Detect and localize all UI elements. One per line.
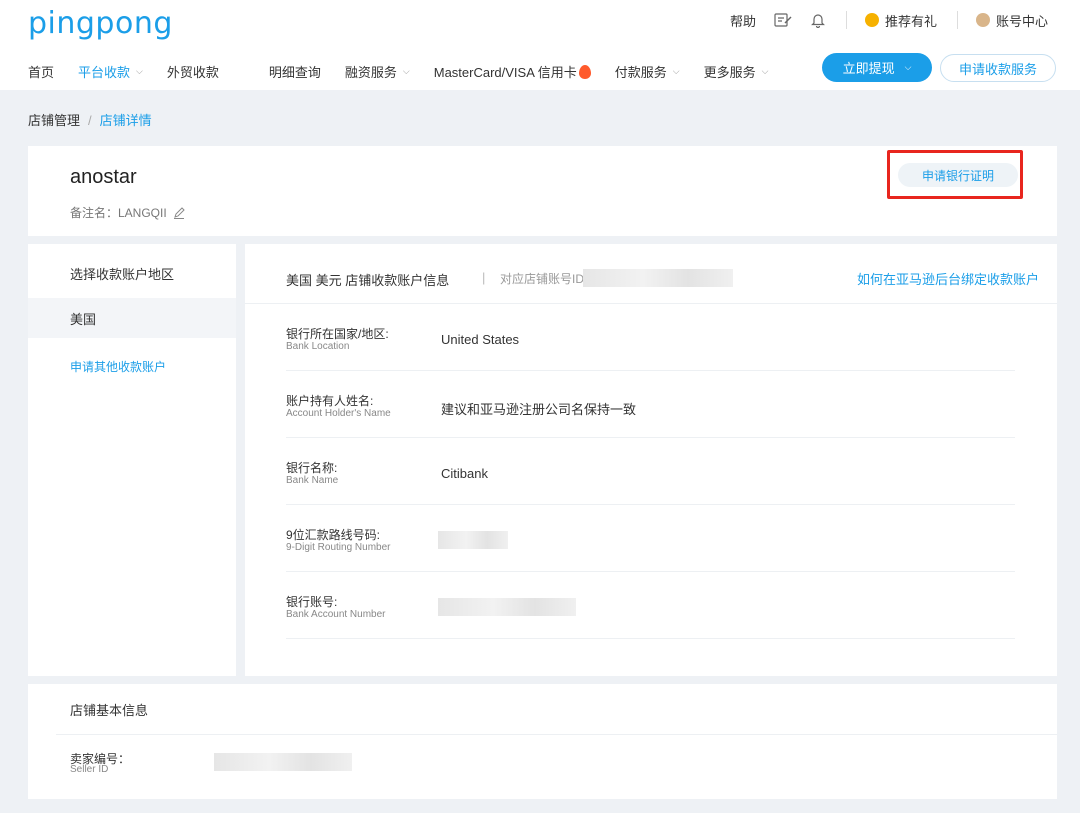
field-label: 银行名称: <box>286 461 338 475</box>
util-divider <box>845 11 847 29</box>
store-basic-info-panel: 店铺基本信息 卖家编号： Seller ID <box>28 684 1057 799</box>
nav-item-financing[interactable]: 融资服务 ⌵ <box>345 62 410 81</box>
top-utility-bar: 帮助 推荐有礼 账号中心 <box>712 10 1048 30</box>
withdraw-label: 立即提现 <box>842 61 895 76</box>
main-nav: 首页 平台收款 ⌵ 外贸收款 明细查询 融资服务 ⌵ MasterCard/VISA… <box>28 62 792 81</box>
field-routing-number: 9位汇款路线号码: 9-Digit Routing Number <box>286 506 1015 572</box>
apply-service-button[interactable]: 申请收款服务 <box>940 54 1056 82</box>
nav-item-trade-collection[interactable]: 外贸收款 <box>167 62 219 81</box>
account-info-panel: 美国 美元 店铺收款账户信息 | 对应店铺账号ID 如何在亚马逊后台绑定收款账户… <box>245 244 1057 676</box>
nav-item-home[interactable]: 首页 <box>28 62 54 81</box>
apply-other-account-link[interactable]: 申请其他收款账户 <box>70 358 166 375</box>
divider <box>56 734 1057 735</box>
breadcrumb-separator: / <box>88 113 92 128</box>
nav-item-credit-card[interactable]: MasterCard/VISA 信用卡 <box>434 62 591 81</box>
edit-icon[interactable] <box>774 12 792 28</box>
nav-item-platform-collection[interactable]: 平台收款 ⌵ <box>78 62 143 81</box>
withdraw-button[interactable]: 立即提现 ⌵ <box>822 53 932 82</box>
referral-link[interactable]: 推荐有礼 <box>864 11 937 30</box>
chevron-down-icon: ⌵ <box>402 66 410 76</box>
blurred-account-number <box>438 598 576 616</box>
region-title: 选择收款账户地区 <box>70 267 175 282</box>
account-center-link[interactable]: 账号中心 <box>975 11 1048 30</box>
store-remark-text: 备注名：LANGQII <box>70 206 167 220</box>
store-account-id-label: 对应店铺账号ID <box>500 272 585 286</box>
store-name: anostar <box>70 166 137 188</box>
breadcrumb: 店铺管理 / 店铺详情 <box>28 110 152 129</box>
pingpong-logo[interactable]: pingpong <box>28 6 173 41</box>
chevron-down-icon: ⌵ <box>136 66 143 76</box>
store-card: anostar 备注名：LANGQII 申请银行证明 <box>28 146 1057 236</box>
bell-icon[interactable] <box>810 12 826 28</box>
nav-item-payment[interactable]: 付款服务 ⌵ <box>615 62 680 81</box>
field-label-en: 9-Digit Routing Number <box>286 542 391 553</box>
field-label-en: Bank Name <box>286 475 339 486</box>
basic-info-title: 店铺基本信息 <box>70 703 149 718</box>
top-header: pingpong 帮助 推荐有礼 账号中心 首页 平台收款 ⌵ 外贸收款 明细查询… <box>0 0 1080 90</box>
amazon-binding-help-link[interactable]: 如何在亚马逊后台绑定收款账户 <box>857 269 1039 288</box>
field-value: Citibank <box>441 466 488 481</box>
field-label: 9位汇款路线号码: <box>286 528 381 542</box>
breadcrumb-store-management[interactable]: 店铺管理 <box>28 113 80 128</box>
field-label-en: Account Holder's Name <box>286 408 391 419</box>
account-center-label: 账号中心 <box>995 13 1048 29</box>
region-item-us[interactable]: 美国 <box>28 298 236 338</box>
field-bank-name: 银行名称: Bank Name Citibank <box>286 439 1015 505</box>
field-label: 账户持有人姓名: <box>286 394 374 408</box>
thumbs-up-icon <box>864 13 879 27</box>
seller-id-label-en: Seller ID <box>70 764 109 775</box>
field-account-holder: 账户持有人姓名: Account Holder's Name 建议和亚马逊注册公… <box>286 372 1015 438</box>
referral-label: 推荐有礼 <box>884 13 937 29</box>
field-value: United States <box>441 332 520 347</box>
blurred-seller-id <box>214 753 352 771</box>
field-value: 建议和亚马逊注册公司名保持一致 <box>441 402 637 417</box>
region-panel: 选择收款账户地区 美国 申请其他收款账户 <box>28 244 236 676</box>
field-label-en: Bank Location <box>286 341 350 352</box>
hot-fire-icon <box>578 64 591 79</box>
store-remark: 备注名：LANGQII <box>70 204 185 221</box>
field-bank-location: 银行所在国家/地区: Bank Location United States <box>286 305 1015 371</box>
help-link[interactable]: 帮助 <box>730 11 756 30</box>
nav-item-details[interactable]: 明细查询 <box>269 62 321 81</box>
account-info-header: 美国 美元 店铺收款账户信息 | 对应店铺账号ID 如何在亚马逊后台绑定收款账户 <box>245 244 1057 304</box>
nav-item-more[interactable]: 更多服务 ⌵ <box>704 62 769 81</box>
breadcrumb-store-detail: 店铺详情 <box>99 113 152 128</box>
blurred-routing-number <box>438 531 508 549</box>
chevron-down-icon: ⌵ <box>761 66 769 76</box>
field-label: 银行所在国家/地区: <box>286 327 389 341</box>
account-info-title: 美国 美元 店铺收款账户信息 <box>286 273 450 288</box>
field-bank-account-number: 银行账号: Bank Account Number <box>286 573 1015 639</box>
avatar <box>975 13 990 27</box>
chevron-down-icon: ⌵ <box>672 66 680 76</box>
util-divider <box>956 11 958 29</box>
header-separator: | <box>482 270 486 285</box>
bank-certificate-button[interactable]: 申请银行证明 <box>898 163 1018 187</box>
blurred-store-account-id <box>583 269 733 287</box>
chevron-down-icon: ⌵ <box>904 62 912 72</box>
field-label-en: Bank Account Number <box>286 609 386 620</box>
field-label: 银行账号: <box>286 595 338 609</box>
pencil-icon[interactable] <box>173 206 185 219</box>
